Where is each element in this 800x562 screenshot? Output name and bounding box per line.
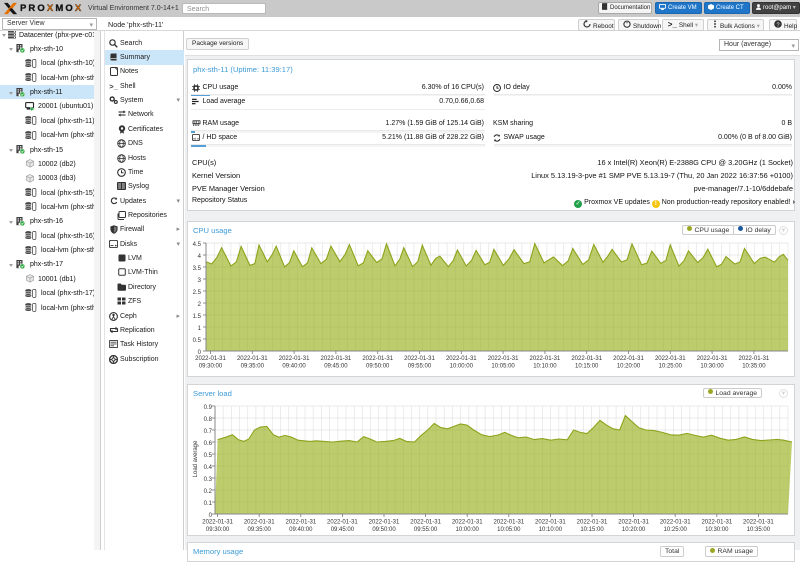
svg-text:2022-01-31: 2022-01-31 [577,520,608,526]
svg-text:2022-01-31: 2022-01-31 [404,356,435,362]
svg-text:2022-01-31: 2022-01-31 [660,520,691,526]
svg-text:09:30:00: 09:30:00 [199,364,223,370]
svg-text:2022-01-31: 2022-01-31 [655,356,686,362]
svg-text:10:05:00: 10:05:00 [497,527,521,533]
svg-text:2022-01-31: 2022-01-31 [279,356,310,362]
svg-text:2.5: 2.5 [193,290,202,296]
svg-text:0.5: 0.5 [204,453,213,459]
svg-text:2022-01-31: 2022-01-31 [195,356,226,362]
svg-text:10:05:00: 10:05:00 [491,364,515,370]
svg-text:0.1: 0.1 [204,501,213,507]
svg-text:10:25:00: 10:25:00 [659,364,683,370]
svg-text:3.5: 3.5 [193,266,202,272]
svg-text:2022-01-31: 2022-01-31 [446,356,477,362]
svg-text:0.2: 0.2 [204,489,213,495]
svg-text:2022-01-31: 2022-01-31 [493,520,524,526]
svg-text:10:35:00: 10:35:00 [742,364,766,370]
svg-text:0.7: 0.7 [204,429,213,435]
svg-text:10:30:00: 10:30:00 [700,364,724,370]
svg-text:2022-01-31: 2022-01-31 [613,356,644,362]
svg-text:2022-01-31: 2022-01-31 [488,356,519,362]
svg-text:2022-01-31: 2022-01-31 [743,520,774,526]
svg-text:2022-01-31: 2022-01-31 [244,520,275,526]
svg-text:2022-01-31: 2022-01-31 [410,520,441,526]
svg-text:0.6: 0.6 [204,441,213,447]
svg-text:2022-01-31: 2022-01-31 [535,520,566,526]
svg-text:10:10:00: 10:10:00 [539,527,563,533]
svg-text:2022-01-31: 2022-01-31 [697,356,728,362]
svg-text:2022-01-31: 2022-01-31 [530,356,561,362]
svg-text:10:30:00: 10:30:00 [705,527,729,533]
svg-text:09:40:00: 09:40:00 [282,364,306,370]
svg-text:0.5: 0.5 [193,338,202,344]
svg-text:09:35:00: 09:35:00 [241,364,265,370]
svg-text:2: 2 [198,302,202,308]
svg-text:4.5: 4.5 [193,242,202,248]
svg-text:09:55:00: 09:55:00 [414,527,438,533]
svg-text:10:25:00: 10:25:00 [664,527,688,533]
svg-text:2022-01-31: 2022-01-31 [285,520,316,526]
svg-text:09:40:00: 09:40:00 [289,527,313,533]
svg-text:0: 0 [198,350,202,356]
svg-text:4: 4 [198,254,202,260]
svg-text:10:00:00: 10:00:00 [450,364,474,370]
svg-text:10:35:00: 10:35:00 [747,527,771,533]
svg-text:09:50:00: 09:50:00 [372,527,396,533]
svg-text:10:15:00: 10:15:00 [580,527,604,533]
svg-text:1: 1 [198,326,202,332]
svg-text:2022-01-31: 2022-01-31 [327,520,358,526]
svg-text:09:35:00: 09:35:00 [248,527,272,533]
svg-text:10:15:00: 10:15:00 [575,364,599,370]
svg-text:1.5: 1.5 [193,314,202,320]
svg-text:0.8: 0.8 [204,417,213,423]
svg-text:2022-01-31: 2022-01-31 [571,356,602,362]
svg-text:2022-01-31: 2022-01-31 [362,356,393,362]
svg-text:0.9: 0.9 [204,405,213,411]
svg-text:10:20:00: 10:20:00 [622,527,646,533]
svg-text:10:10:00: 10:10:00 [533,364,557,370]
svg-text:0.3: 0.3 [204,477,213,483]
svg-text:2022-01-31: 2022-01-31 [618,520,649,526]
svg-text:2022-01-31: 2022-01-31 [739,356,770,362]
svg-text:0.4: 0.4 [204,465,213,471]
svg-text:2022-01-31: 2022-01-31 [701,520,732,526]
svg-text:2022-01-31: 2022-01-31 [321,356,352,362]
svg-text:2022-01-31: 2022-01-31 [369,520,400,526]
svg-text:09:55:00: 09:55:00 [408,364,432,370]
svg-text:2022-01-31: 2022-01-31 [237,356,268,362]
svg-text:?: ? [776,22,779,28]
svg-text:2022-01-31: 2022-01-31 [202,520,233,526]
svg-text:10:00:00: 10:00:00 [456,527,480,533]
svg-text:Load average: Load average [193,440,199,477]
svg-text:09:30:00: 09:30:00 [206,527,230,533]
svg-text:09:45:00: 09:45:00 [324,364,348,370]
svg-text:2022-01-31: 2022-01-31 [452,520,483,526]
svg-text:10:20:00: 10:20:00 [617,364,641,370]
svg-text:3: 3 [198,278,202,284]
svg-text:09:50:00: 09:50:00 [366,364,390,370]
svg-text:09:45:00: 09:45:00 [331,527,355,533]
